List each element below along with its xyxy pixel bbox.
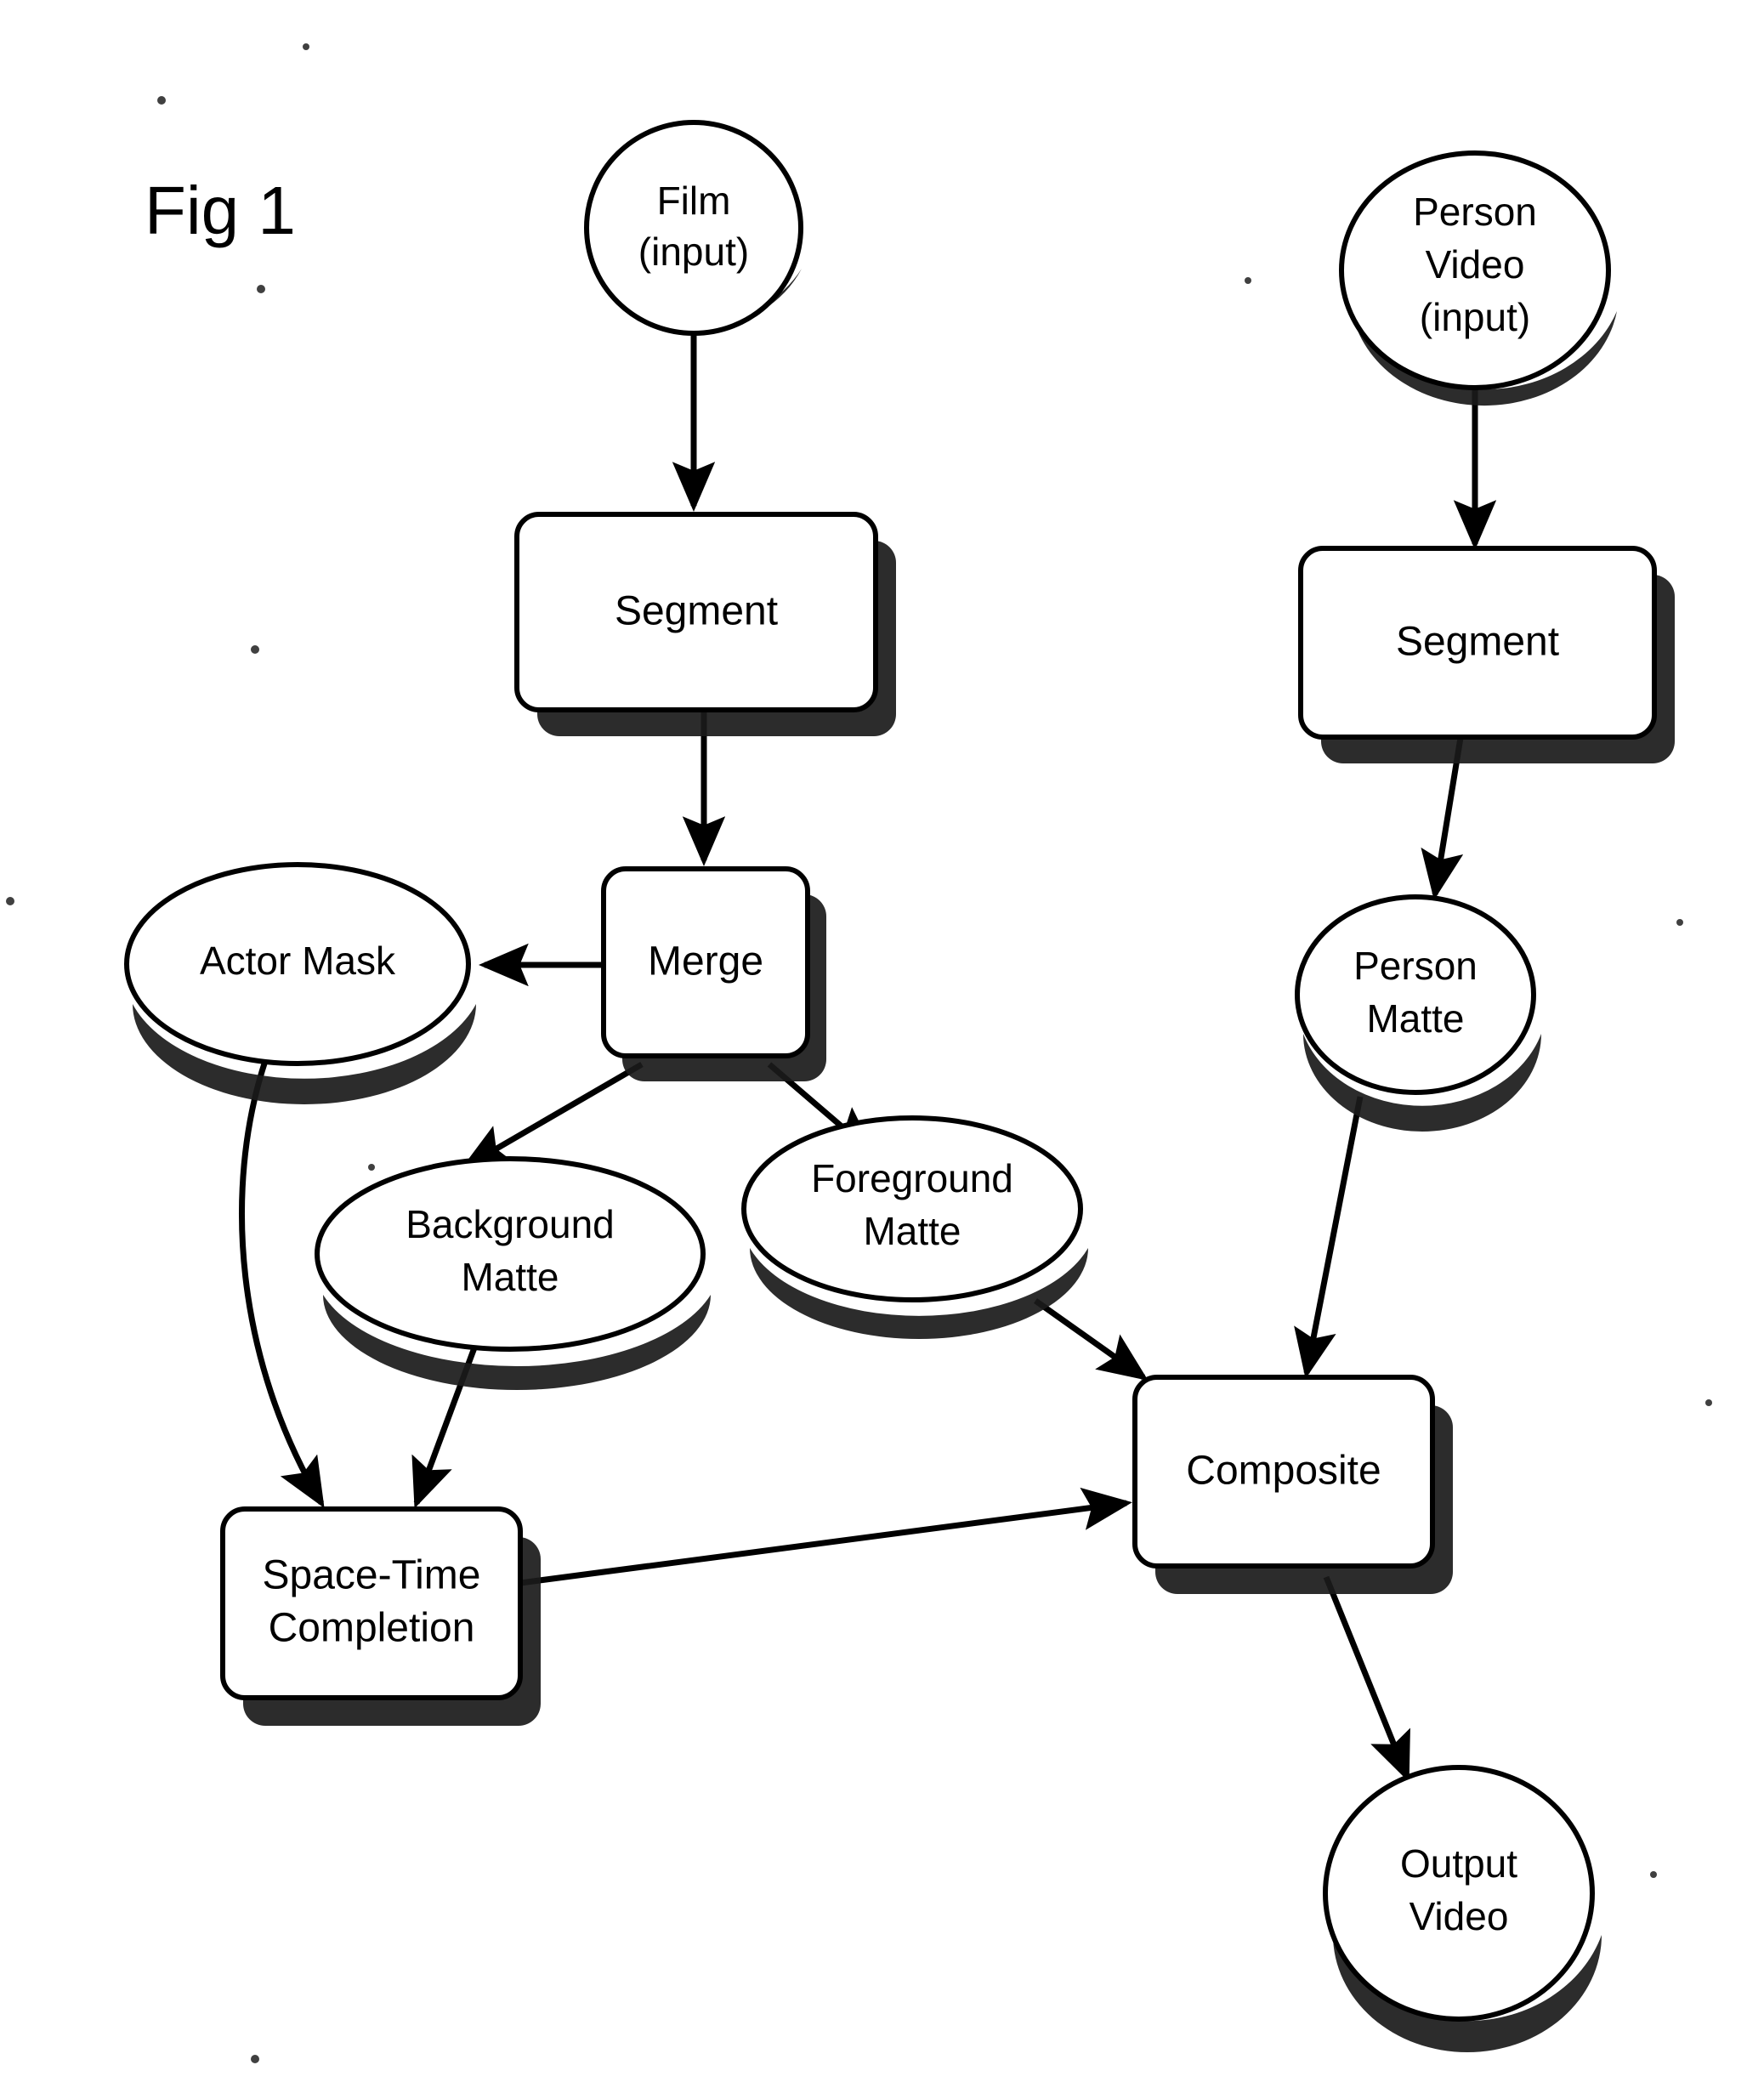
- space-time-completion-box[interactable]: [220, 1506, 523, 1700]
- edge-space-time-to-composite: [519, 1487, 1132, 1586]
- node-person-matte[interactable]: Person Matte: [1295, 894, 1541, 1132]
- person-video-label-line3: (input): [1420, 295, 1530, 339]
- output-video-ellipse[interactable]: [1323, 1765, 1595, 2022]
- film-input-ellipse[interactable]: [584, 120, 803, 336]
- node-output-video[interactable]: Output Video: [1323, 1765, 1602, 2052]
- figure-title: Fig 1: [145, 173, 296, 248]
- background-matte-label-line1: Background: [406, 1202, 615, 1246]
- background-matte-ellipse[interactable]: [315, 1156, 706, 1352]
- output-video-label-line2: Video: [1409, 1894, 1509, 1938]
- composite-label: Composite: [1186, 1449, 1381, 1494]
- node-space-time-completion[interactable]: Space-Time Completion: [220, 1506, 541, 1726]
- foreground-matte-label-line1: Foreground: [811, 1156, 1013, 1200]
- figure-canvas: Fig 1 Film (input) Person Video (input) …: [0, 0, 1764, 2099]
- person-matte-label-line1: Person: [1353, 944, 1478, 988]
- space-time-completion-label-line2: Completion: [269, 1606, 475, 1651]
- person-video-label-line1: Person: [1413, 190, 1537, 234]
- node-merge[interactable]: Merge: [601, 866, 826, 1081]
- node-person-video-input[interactable]: Person Video (input): [1339, 150, 1617, 406]
- film-input-label-line2: (input): [638, 230, 749, 274]
- edge-composite-to-output-video: [1323, 1575, 1410, 1783]
- node-actor-mask[interactable]: Actor Mask: [124, 862, 476, 1104]
- edge-person-matte-to-composite: [1294, 1096, 1364, 1379]
- node-segment-left[interactable]: Segment: [514, 512, 896, 736]
- segment-right-label: Segment: [1396, 620, 1559, 665]
- actor-mask-label: Actor Mask: [200, 939, 396, 983]
- person-matte-label-line2: Matte: [1366, 996, 1464, 1041]
- edge-actor-mask-to-space-time: [239, 1059, 325, 1509]
- edge-foreground-matte-to-composite: [1033, 1298, 1149, 1381]
- node-foreground-matte[interactable]: Foreground Matte: [741, 1115, 1088, 1339]
- merge-label: Merge: [648, 939, 763, 984]
- space-time-completion-label-line1: Space-Time: [263, 1553, 481, 1598]
- flow-diagram: Fig 1 Film (input) Person Video (input) …: [6, 43, 1712, 2063]
- edge-merge-to-background-matte: [460, 1061, 644, 1170]
- node-background-matte[interactable]: Background Matte: [315, 1156, 711, 1390]
- foreground-matte-label-line2: Matte: [863, 1209, 961, 1253]
- node-film-input[interactable]: Film (input): [584, 120, 803, 336]
- output-video-label-line1: Output: [1400, 1841, 1517, 1886]
- background-matte-label-line2: Matte: [461, 1255, 559, 1299]
- node-segment-right[interactable]: Segment: [1298, 546, 1675, 763]
- person-matte-ellipse[interactable]: [1295, 894, 1536, 1095]
- node-composite[interactable]: Composite: [1132, 1375, 1453, 1594]
- person-video-label-line2: Video: [1426, 242, 1525, 286]
- segment-left-label: Segment: [615, 589, 778, 634]
- film-input-label-line1: Film: [657, 179, 731, 223]
